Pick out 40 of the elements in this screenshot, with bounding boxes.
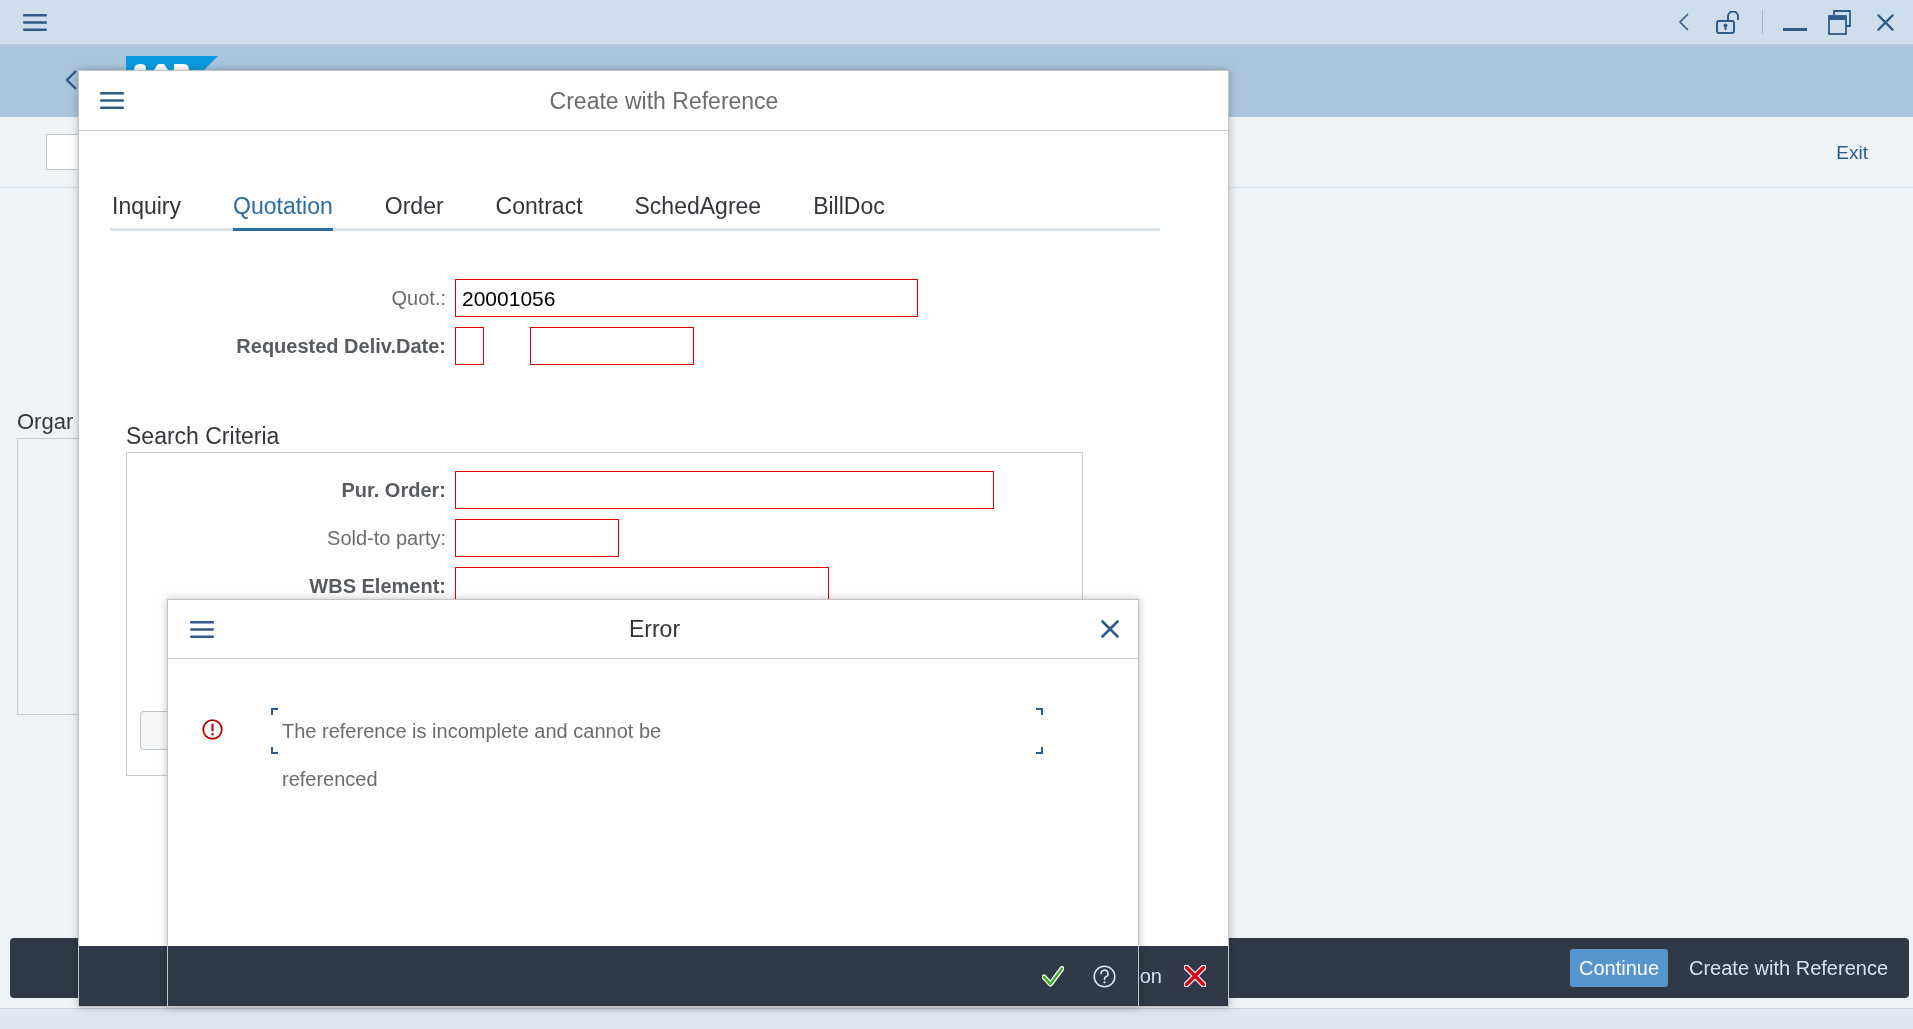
field-label: Quot.: (391, 286, 446, 310)
close-icon[interactable] (1877, 13, 1894, 31)
error-icon (202, 719, 223, 740)
field-label: Sold-to party: (327, 526, 446, 550)
exit-button[interactable]: Exit (1836, 142, 1868, 162)
input-field[interactable] (455, 519, 619, 557)
chevron-left-icon[interactable] (1678, 13, 1689, 31)
help-icon[interactable] (1093, 964, 1116, 988)
dialog-title: Create with Reference (549, 86, 779, 115)
field-label: Requested Deliv.Date: (236, 334, 446, 358)
restore-icon[interactable] (1828, 9, 1851, 35)
menu-icon[interactable] (100, 92, 124, 109)
group-title: Search Criteria (126, 422, 280, 450)
error-message: referenced (282, 767, 378, 791)
chevron-left-icon[interactable] (65, 70, 77, 90)
minimize-icon[interactable] (1783, 27, 1807, 31)
section-title: Orgar (17, 409, 75, 435)
date-field[interactable] (530, 327, 694, 365)
unlocked-padlock-icon[interactable] (1716, 10, 1742, 34)
field-label: WBS Element: (309, 574, 446, 598)
tab[interactable]: BillDoc (813, 192, 885, 231)
menu-icon[interactable] (23, 13, 47, 31)
input-field[interactable]: 20001056 (455, 279, 918, 317)
partial-label[interactable]: on (1139, 966, 1162, 986)
date-field[interactable] (455, 327, 484, 365)
input-field[interactable] (455, 471, 994, 509)
checkmark-icon[interactable] (1042, 965, 1064, 987)
error-message: The reference is incomplete and cannot be (282, 719, 662, 743)
tab[interactable]: Contract (495, 192, 583, 231)
tab[interactable]: Order (384, 192, 444, 231)
text-button[interactable]: Create with Reference (1681, 949, 1896, 987)
menu-icon[interactable] (190, 620, 214, 638)
close-icon[interactable] (1101, 620, 1119, 638)
tab[interactable]: Quotation (233, 192, 333, 231)
cross-icon[interactable] (1184, 965, 1206, 987)
field-label: Pur. Order: (341, 478, 446, 502)
tab[interactable]: SchedAgree (634, 192, 762, 231)
dialog-title: Error (628, 615, 681, 643)
input-field[interactable] (46, 134, 78, 170)
tab[interactable]: Inquiry (112, 192, 182, 231)
